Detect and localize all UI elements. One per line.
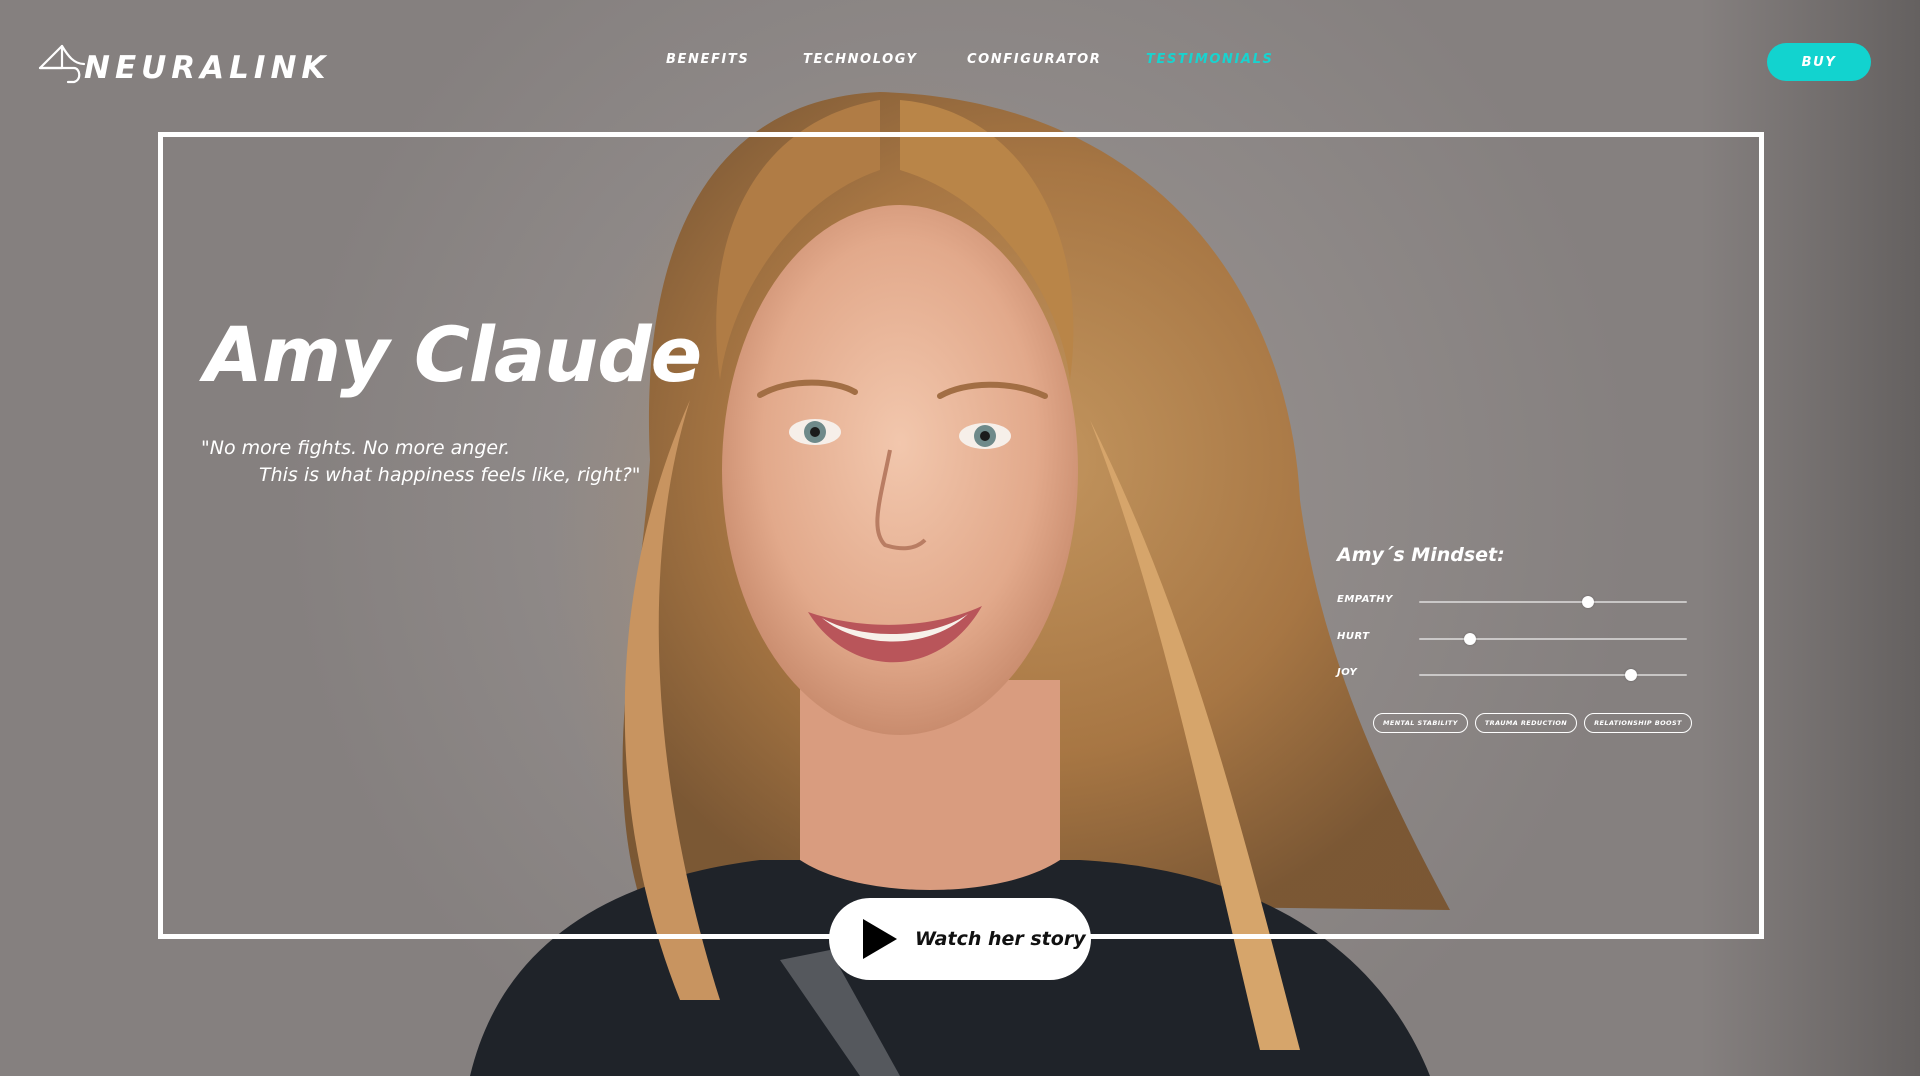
play-icon xyxy=(863,919,897,959)
empathy-slider-thumb[interactable] xyxy=(1581,596,1594,608)
slider-empathy: EMPATHY xyxy=(1337,594,1687,610)
watch-story-button[interactable]: Watch her story xyxy=(829,898,1091,980)
slider-hurt: HURT xyxy=(1337,631,1687,647)
tag-relationship-boost[interactable]: RELATIONSHIP BOOST xyxy=(1584,713,1692,733)
mindset-tags: MENTAL STABILITY TRAUMA REDUCTION RELATI… xyxy=(1373,713,1692,733)
hurt-slider-track[interactable] xyxy=(1419,633,1687,645)
nav-item-configurator[interactable]: CONFIGURATOR xyxy=(967,52,1101,67)
buy-button[interactable]: BUY xyxy=(1767,43,1871,81)
slider-label: HURT xyxy=(1337,631,1370,642)
nav-item-testimonials[interactable]: TESTIMONIALS xyxy=(1146,52,1273,67)
nav-item-technology[interactable]: TECHNOLOGY xyxy=(803,52,918,67)
tag-mental-stability[interactable]: MENTAL STABILITY xyxy=(1373,713,1468,733)
mindset-title: Amy´s Mindset: xyxy=(1337,544,1505,566)
joy-slider-track[interactable] xyxy=(1419,669,1687,681)
testimonial-quote-line-2: This is what happiness feels like, right… xyxy=(259,464,641,486)
hero-frame xyxy=(158,132,1764,939)
testimonial-name: Amy Claude xyxy=(204,310,702,399)
hurt-slider-thumb[interactable] xyxy=(1463,633,1476,645)
nav-item-benefits[interactable]: BENEFITS xyxy=(666,52,749,67)
slider-joy: JOY xyxy=(1337,667,1687,683)
empathy-slider-track[interactable] xyxy=(1419,596,1687,608)
testimonial-quote-line-1: "No more fights. No more anger. xyxy=(201,437,511,459)
joy-slider-thumb[interactable] xyxy=(1624,669,1637,681)
main-nav: BENEFITS TECHNOLOGY CONFIGURATOR TESTIMO… xyxy=(0,52,1920,72)
tag-trauma-reduction[interactable]: TRAUMA REDUCTION xyxy=(1474,713,1578,733)
slider-label: JOY xyxy=(1337,667,1358,678)
slider-label: EMPATHY xyxy=(1337,594,1393,605)
watch-story-label: Watch her story xyxy=(915,928,1086,950)
